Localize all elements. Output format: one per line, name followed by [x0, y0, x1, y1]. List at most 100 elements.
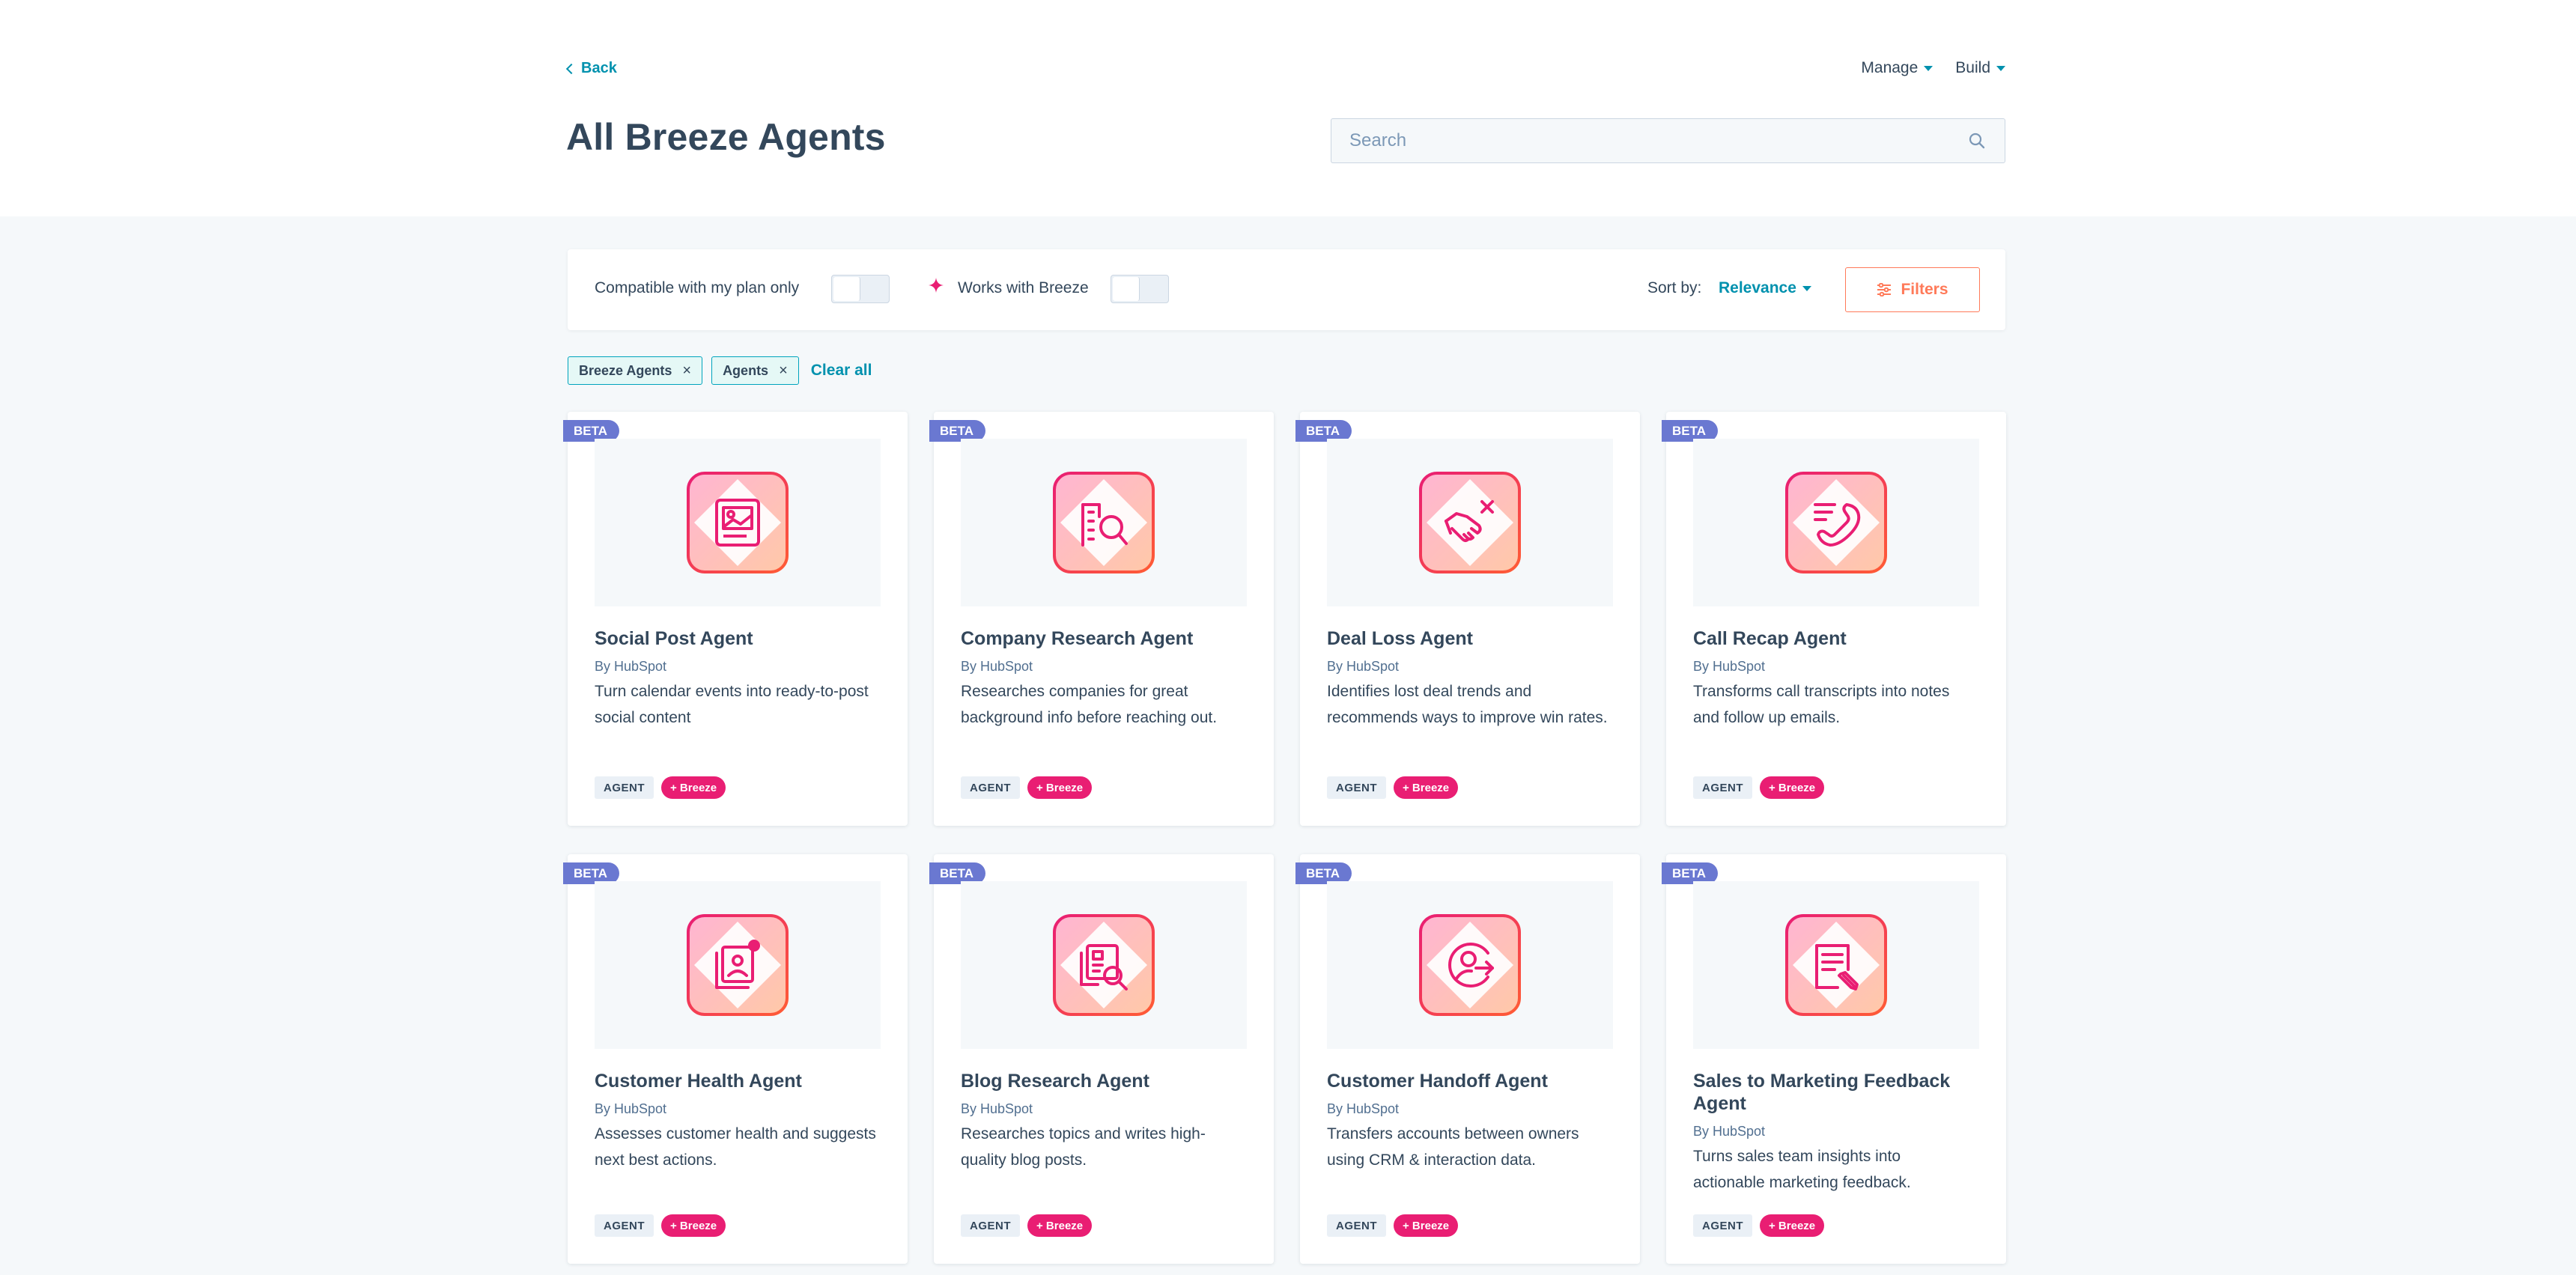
card-tags: AGENT + Breeze [595, 776, 726, 799]
card-art [1693, 881, 1979, 1049]
filters-button-label: Filters [1901, 281, 1948, 298]
breeze-tag: + Breeze [661, 1214, 726, 1237]
back-label: Back [581, 60, 617, 76]
back-link[interactable]: Back [565, 60, 617, 77]
breeze-tag: + Breeze [1394, 776, 1459, 799]
card-art [961, 881, 1247, 1049]
customer-handoff-icon [1419, 914, 1521, 1016]
page-title: All Breeze Agents [566, 116, 886, 158]
card-tags: AGENT + Breeze [1693, 1214, 1825, 1237]
card-art [1693, 439, 1979, 606]
customer-health-icon [687, 914, 789, 1016]
feedback-icon [1785, 914, 1887, 1016]
card-author: By HubSpot [595, 659, 667, 674]
card-tags: AGENT + Breeze [961, 1214, 1093, 1237]
filter-chip: Agents × [711, 356, 799, 385]
agent-card[interactable]: BETA Deal Loss Agent By HubSpot Identifi… [1295, 412, 1640, 826]
company-research-icon [1053, 472, 1155, 573]
agent-card[interactable]: BETA Customer Health Agent By HubSpot As… [563, 854, 908, 1264]
card-author: By HubSpot [1327, 659, 1400, 674]
card-description: Transforms call transcripts into notes a… [1693, 683, 1950, 726]
close-icon[interactable]: × [682, 362, 691, 380]
card-title: Social Post Agent [595, 628, 753, 649]
agent-card[interactable]: BETA Customer Handoff Agent By HubSpot T… [1295, 854, 1640, 1264]
breeze-tag: + Breeze [1760, 776, 1825, 799]
card-author: By HubSpot [961, 659, 1033, 674]
card-tags: AGENT + Breeze [595, 1214, 726, 1237]
close-icon[interactable]: × [779, 362, 788, 380]
blog-research-icon [1053, 914, 1155, 1016]
card-art [595, 439, 881, 606]
breeze-tag: + Breeze [1027, 1214, 1093, 1237]
search-icon[interactable] [1969, 133, 1985, 149]
toggle-knob [833, 277, 860, 301]
agent-tag: AGENT [961, 776, 1020, 799]
card-description: Identifies lost deal trends and recommen… [1327, 683, 1608, 726]
agent-tag: AGENT [595, 776, 654, 799]
card-author: By HubSpot [961, 1101, 1033, 1116]
build-menu-label: Build [1955, 59, 1990, 76]
card-title: Company Research Agent [961, 628, 1194, 649]
card-tags: AGENT + Breeze [961, 776, 1093, 799]
card-description: Transfers accounts between owners using … [1327, 1125, 1579, 1169]
search-input[interactable] [1331, 119, 2005, 162]
manage-menu[interactable]: Manage [1861, 59, 1933, 77]
card-title: Call Recap Agent [1693, 628, 1847, 649]
card-author: By HubSpot [595, 1101, 667, 1116]
card-description: Turns sales team insights into actionabl… [1693, 1148, 1911, 1191]
card-art [1327, 439, 1613, 606]
breeze-tag: + Breeze [661, 776, 726, 799]
agent-tag: AGENT [1693, 1214, 1752, 1237]
chevron-left-icon [565, 63, 577, 75]
build-menu[interactable]: Build [1955, 59, 2005, 77]
search-box [1331, 118, 2005, 163]
card-title: Blog Research Agent [961, 1071, 1149, 1092]
breeze-toggle-label: Works with Breeze [958, 279, 1089, 296]
card-art [595, 881, 881, 1049]
card-tags: AGENT + Breeze [1327, 776, 1459, 799]
card-art [1327, 881, 1613, 1049]
card-author: By HubSpot [1693, 659, 1766, 674]
agent-tag: AGENT [1693, 776, 1752, 799]
agent-card[interactable]: BETA Company Research Agent By HubSpot R… [929, 412, 1274, 826]
agent-card[interactable]: BETA Sales to Marketing Feedback Agent B… [1662, 854, 2006, 1264]
active-filter-chips: Breeze Agents × Agents × Clear all [568, 356, 872, 385]
agent-card[interactable]: BETA Blog Research Agent By HubSpot Rese… [929, 854, 1274, 1264]
card-tags: AGENT + Breeze [1693, 776, 1825, 799]
card-title: Deal Loss Agent [1327, 628, 1473, 649]
top-menus: Manage Build [1861, 59, 2005, 77]
card-title: Customer Handoff Agent [1327, 1071, 1548, 1092]
sort-dropdown[interactable]: Relevance [1719, 279, 1811, 297]
card-description: Turn calendar events into ready-to-post … [595, 683, 869, 726]
plan-toggle[interactable] [831, 275, 890, 303]
filter-bar: Compatible with my plan only Works with … [568, 249, 2005, 330]
clear-all-link[interactable]: Clear all [811, 362, 872, 380]
caret-down-icon [1996, 65, 2005, 71]
breeze-tag: + Breeze [1760, 1214, 1825, 1237]
manage-menu-label: Manage [1861, 59, 1919, 76]
sort-label: Sort by: [1647, 279, 1702, 296]
sparkle-icon [929, 278, 944, 293]
card-author: By HubSpot [1327, 1101, 1400, 1116]
filter-chip-label: Agents [723, 362, 769, 378]
filter-chip: Breeze Agents × [568, 356, 703, 385]
social-post-icon [687, 472, 789, 573]
card-description: Assesses customer health and suggests ne… [595, 1125, 876, 1169]
breeze-toggle[interactable] [1111, 275, 1169, 303]
sort-value: Relevance [1719, 279, 1796, 296]
agent-card[interactable]: BETA Call Recap Agent By HubSpot Transfo… [1662, 412, 2006, 826]
page-header: Back All Breeze Agents Manage Build [0, 0, 2576, 216]
card-title: Customer Health Agent [595, 1071, 802, 1092]
deal-loss-icon [1419, 472, 1521, 573]
card-tags: AGENT + Breeze [1327, 1214, 1459, 1237]
plan-toggle-label: Compatible with my plan only [595, 279, 800, 296]
sliders-icon [1877, 283, 1892, 296]
agent-tag: AGENT [961, 1214, 1020, 1237]
card-description: Researches topics and writes high-qualit… [961, 1125, 1206, 1169]
breeze-tag: + Breeze [1394, 1214, 1459, 1237]
agent-tag: AGENT [1327, 776, 1386, 799]
filters-button[interactable]: Filters [1845, 267, 1980, 312]
agent-card[interactable]: BETA Social Post Agent By HubSpot Turn c… [563, 412, 908, 826]
card-description: Researches companies for great backgroun… [961, 683, 1218, 726]
card-author: By HubSpot [1693, 1124, 1766, 1139]
